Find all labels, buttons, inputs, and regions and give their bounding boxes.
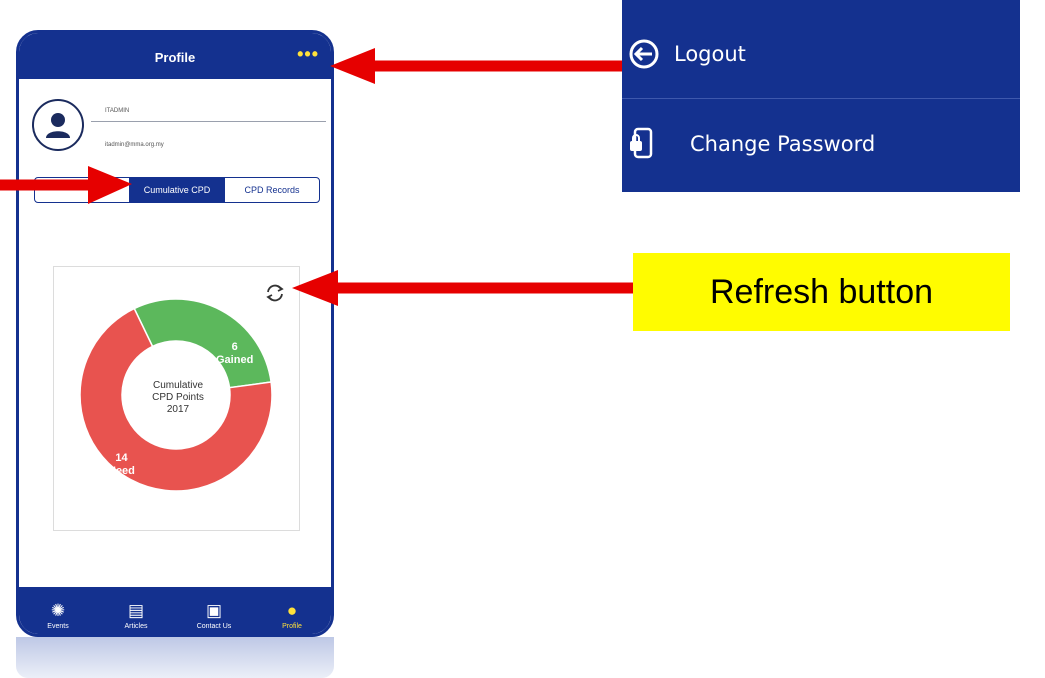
menu-label-change-password: Change Password (690, 132, 876, 156)
arrow-head-segment (88, 166, 132, 204)
menu-item-change-password[interactable]: Change Password (622, 120, 1020, 168)
options-menu: Logout Change Password (622, 0, 1020, 192)
arrow-head-menu (330, 48, 375, 84)
refresh-button-callout: Refresh button (633, 253, 1010, 331)
logout-icon (629, 39, 659, 69)
lock-phone-icon (630, 127, 653, 159)
menu-pointer (967, 0, 997, 10)
menu-item-logout[interactable]: Logout (622, 30, 1020, 78)
menu-divider (622, 98, 1020, 99)
arrow-head-refresh (292, 270, 338, 306)
menu-label-logout: Logout (674, 42, 746, 66)
